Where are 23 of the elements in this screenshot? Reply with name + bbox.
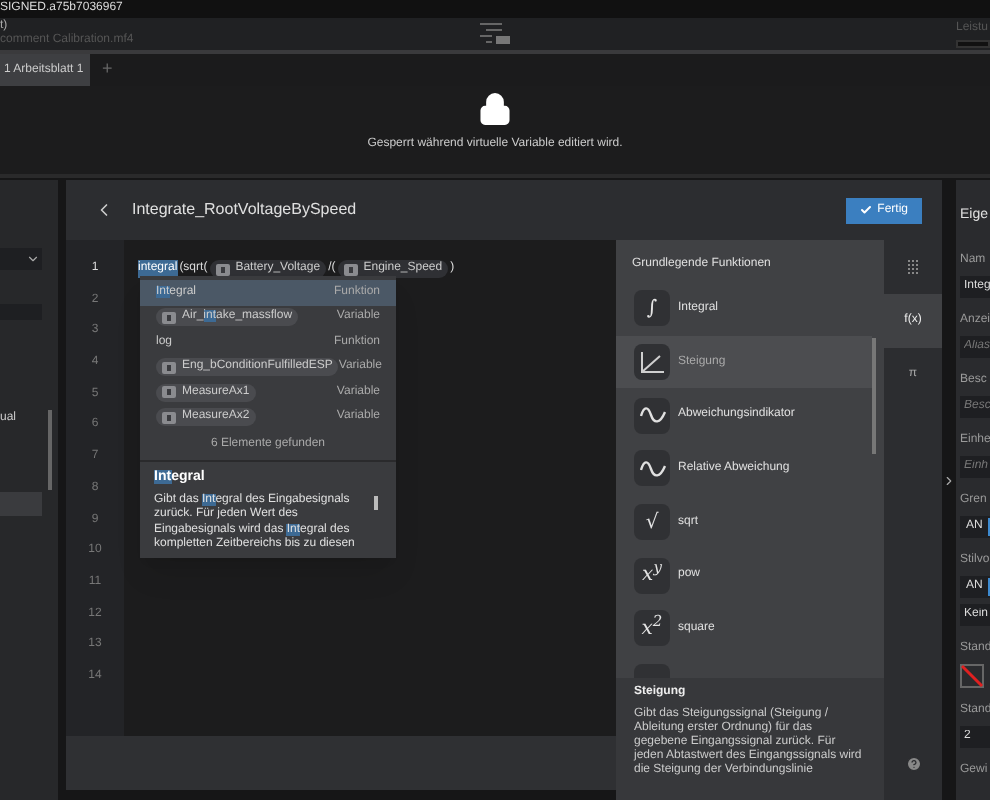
editor-title: Integrate_RootVoltageBySpeed (132, 198, 357, 222)
wave-icon (639, 459, 665, 478)
function-symbol: x$^{y}$ (634, 557, 670, 594)
chevron-down-icon (26, 252, 40, 266)
variable-icon (162, 386, 176, 399)
grid-icon (908, 260, 918, 274)
variable-icon (162, 411, 176, 424)
scrollbar[interactable] (374, 496, 378, 510)
check-icon (859, 204, 872, 216)
list-icon[interactable] (480, 22, 512, 46)
chevron-right-icon[interactable] (942, 473, 956, 487)
wave-icon (639, 406, 665, 425)
function-symbol: √ (634, 504, 670, 541)
function-symbol: ∫ (634, 290, 670, 327)
variable-icon (162, 311, 176, 324)
scrollbar[interactable] (48, 410, 52, 490)
slope-icon (640, 351, 664, 374)
function-symbol: x$^{2}$ (634, 610, 670, 647)
help-icon[interactable] (905, 756, 921, 772)
variable-icon (162, 361, 176, 374)
dropdown[interactable] (0, 248, 42, 270)
scrollbar[interactable] (872, 338, 876, 454)
no-color-swatch[interactable] (960, 663, 984, 687)
